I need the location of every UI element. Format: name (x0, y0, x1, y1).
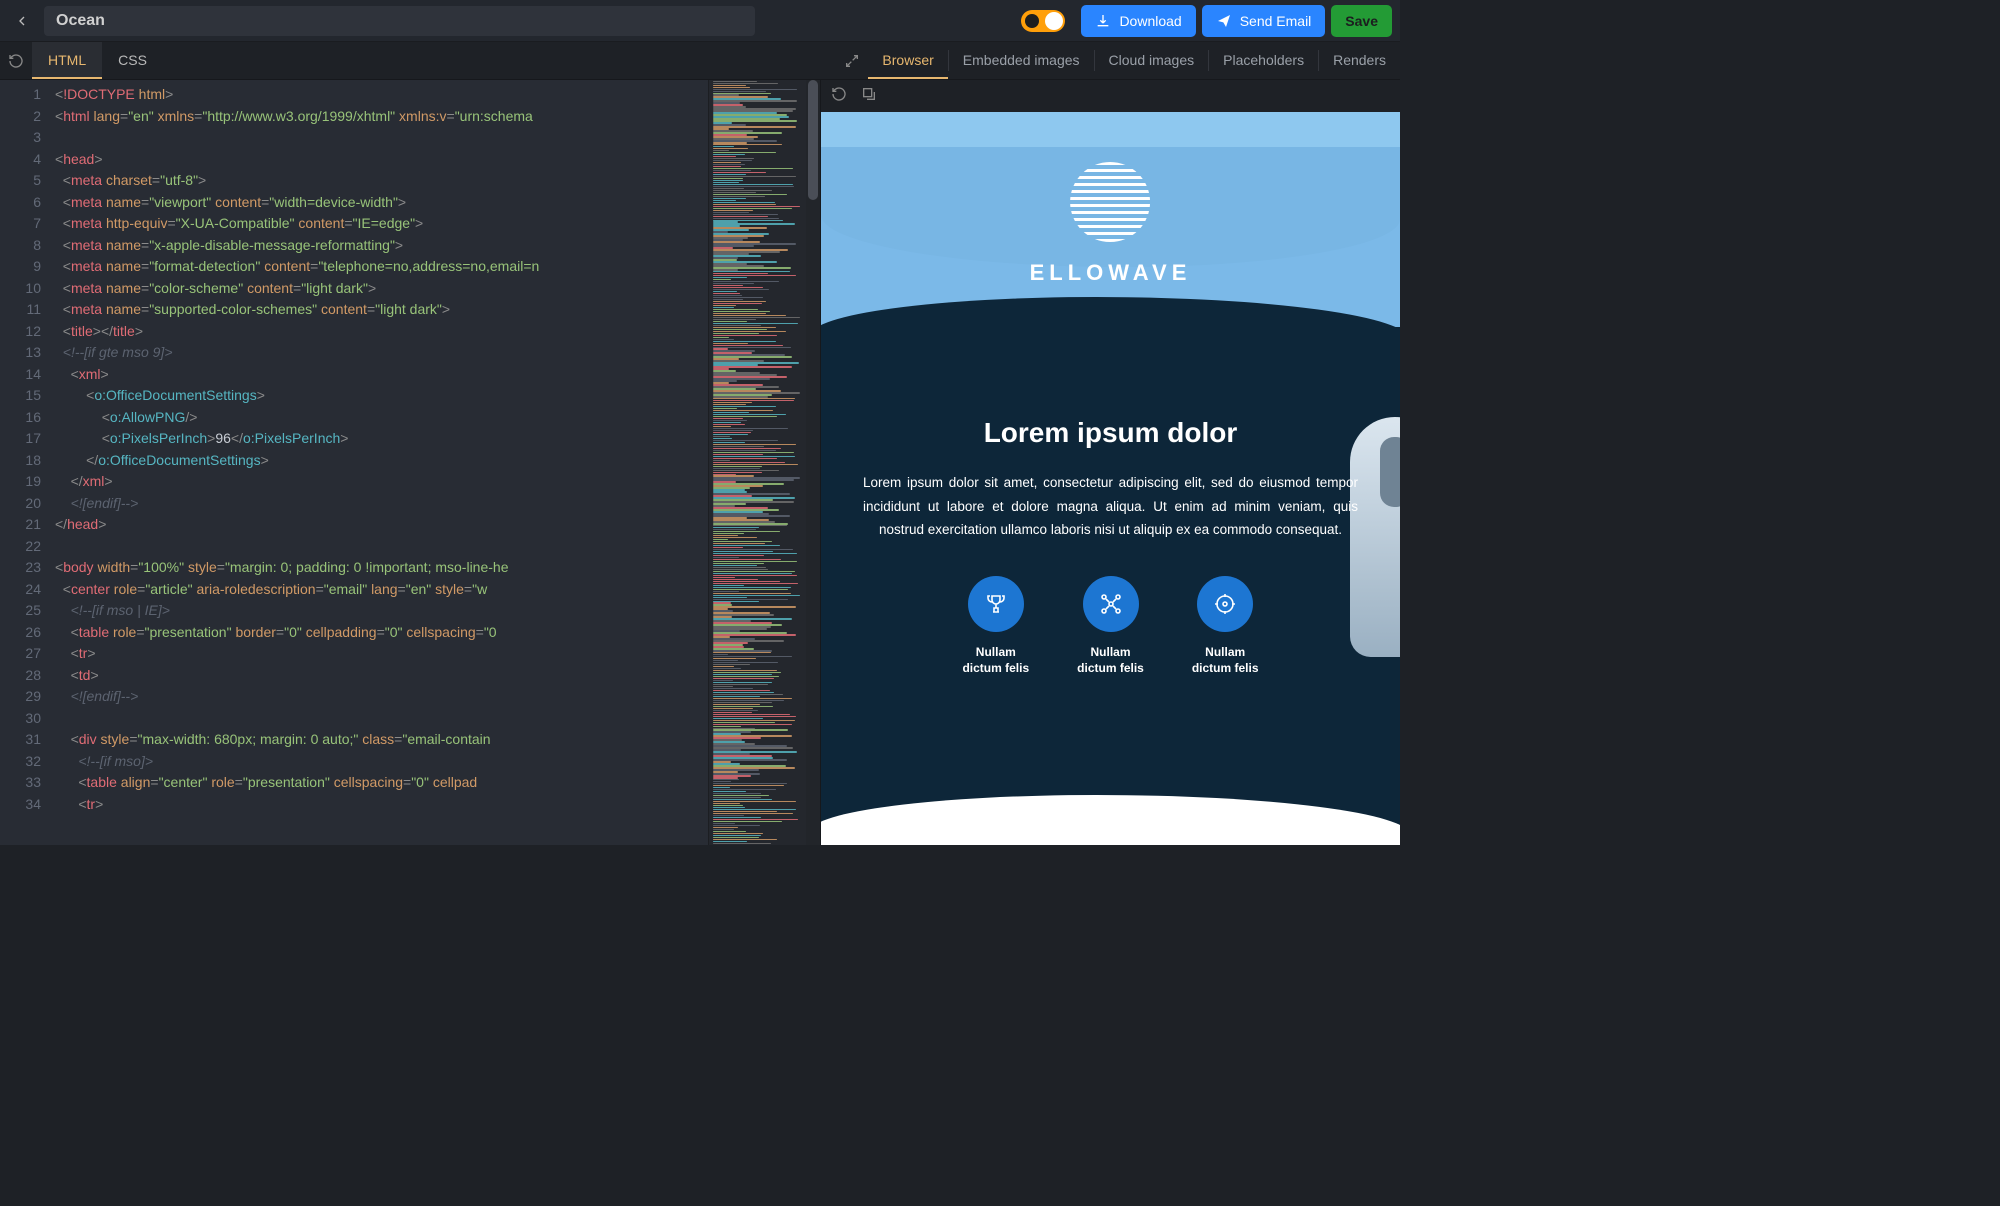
code-line[interactable]: <meta charset="utf-8"> (55, 170, 708, 192)
feature-label: Nullamdictum felis (1077, 644, 1144, 676)
trophy-icon (968, 576, 1024, 632)
expand-preview-button[interactable] (836, 42, 868, 79)
feature-item: Nullamdictum felis (962, 576, 1029, 676)
code-line[interactable]: <o:AllowPNG/> (55, 407, 708, 429)
editor-scrollbar[interactable] (806, 80, 820, 845)
download-button[interactable]: Download (1081, 5, 1195, 37)
code-line[interactable]: </xml> (55, 471, 708, 493)
feature-label: Nullamdictum felis (1192, 644, 1259, 676)
code-line[interactable]: <meta name="color-scheme" content="light… (55, 278, 708, 300)
theme-toggle[interactable] (1021, 10, 1065, 32)
code-line[interactable]: <meta name="viewport" content="width=dev… (55, 192, 708, 214)
code-line[interactable]: <html lang="en" xmlns="http://www.w3.org… (55, 106, 708, 128)
code-line[interactable] (55, 536, 708, 558)
tab-bar: HTMLCSS BrowserEmbedded imagesCloud imag… (0, 42, 1400, 80)
brand-logo: ELLOWAVE (1030, 162, 1192, 286)
code-line[interactable]: <meta name="format-detection" content="t… (55, 256, 708, 278)
code-line[interactable]: <table align="center" role="presentation… (55, 772, 708, 794)
project-name-input[interactable]: Ocean (44, 6, 755, 36)
preview-reload-button[interactable] (831, 86, 847, 107)
code-line[interactable]: <!--[if gte mso 9]> (55, 342, 708, 364)
code-line[interactable]: <o:OfficeDocumentSettings> (55, 385, 708, 407)
code-line[interactable]: <meta name="supported-color-schemes" con… (55, 299, 708, 321)
code-line[interactable]: </o:OfficeDocumentSettings> (55, 450, 708, 472)
logo-icon (1070, 162, 1150, 242)
code-line[interactable]: <body width="100%" style="margin: 0; pad… (55, 557, 708, 579)
code-line[interactable] (55, 127, 708, 149)
code-line[interactable]: <center role="article" aria-roledescript… (55, 579, 708, 601)
preview-tab-embedded-images[interactable]: Embedded images (949, 42, 1094, 79)
preview-tab-renders[interactable]: Renders (1319, 42, 1400, 79)
code-area[interactable]: <!DOCTYPE html><html lang="en" xmlns="ht… (55, 80, 708, 845)
code-editor[interactable]: 1234567891011121314151617181920212223242… (0, 80, 820, 845)
feature-label: Nullamdictum felis (962, 644, 1029, 676)
back-button[interactable] (8, 7, 36, 35)
code-line[interactable]: <tr> (55, 643, 708, 665)
network-icon (1083, 576, 1139, 632)
code-line[interactable]: <!DOCTYPE html> (55, 84, 708, 106)
brand-name: ELLOWAVE (1030, 260, 1192, 286)
preview-pane: ELLOWAVE Lorem ipsum dolor Lorem ipsum d… (820, 80, 1400, 845)
code-line[interactable]: <xml> (55, 364, 708, 386)
feature-item: Nullamdictum felis (1192, 576, 1259, 676)
code-line[interactable]: <tr> (55, 794, 708, 816)
reload-editor-button[interactable] (0, 42, 32, 79)
editor-tab-css[interactable]: CSS (102, 42, 163, 79)
hero-body: Lorem ipsum dolor sit amet, consectetur … (863, 471, 1358, 542)
preview-frame: ELLOWAVE Lorem ipsum dolor Lorem ipsum d… (821, 112, 1400, 845)
line-gutter: 1234567891011121314151617181920212223242… (0, 80, 55, 845)
code-line[interactable]: <!--[if mso]> (55, 751, 708, 773)
minimap[interactable] (708, 80, 806, 845)
editor-tab-html[interactable]: HTML (32, 42, 102, 79)
code-line[interactable]: <head> (55, 149, 708, 171)
feature-item: Nullamdictum felis (1077, 576, 1144, 676)
target-icon (1197, 576, 1253, 632)
code-line[interactable]: <table role="presentation" border="0" ce… (55, 622, 708, 644)
code-line[interactable]: <![endif]--> (55, 686, 708, 708)
send-email-button[interactable]: Send Email (1202, 5, 1326, 37)
save-button[interactable]: Save (1331, 5, 1392, 37)
send-label: Send Email (1240, 13, 1312, 29)
open-external-button[interactable] (861, 86, 877, 107)
code-line[interactable]: <div style="max-width: 680px; margin: 0 … (55, 729, 708, 751)
code-line[interactable]: <td> (55, 665, 708, 687)
preview-tab-browser[interactable]: Browser (868, 42, 947, 79)
code-line[interactable]: <meta name="x-apple-disable-message-refo… (55, 235, 708, 257)
code-line[interactable]: <meta http-equiv="X-UA-Compatible" conte… (55, 213, 708, 235)
hero-title: Lorem ipsum dolor (863, 417, 1358, 449)
preview-tab-placeholders[interactable]: Placeholders (1209, 42, 1318, 79)
code-line[interactable] (55, 708, 708, 730)
download-label: Download (1119, 13, 1181, 29)
code-line[interactable]: <![endif]--> (55, 493, 708, 515)
preview-toolbar (821, 80, 1400, 112)
preview-tab-cloud-images[interactable]: Cloud images (1095, 42, 1209, 79)
code-line[interactable]: </head> (55, 514, 708, 536)
code-line[interactable]: <!--[if mso | IE]> (55, 600, 708, 622)
save-label: Save (1345, 13, 1378, 29)
code-line[interactable]: <title></title> (55, 321, 708, 343)
top-bar: Ocean Download Send Email Save (0, 0, 1400, 42)
code-line[interactable]: <o:PixelsPerInch>96</o:PixelsPerInch> (55, 428, 708, 450)
